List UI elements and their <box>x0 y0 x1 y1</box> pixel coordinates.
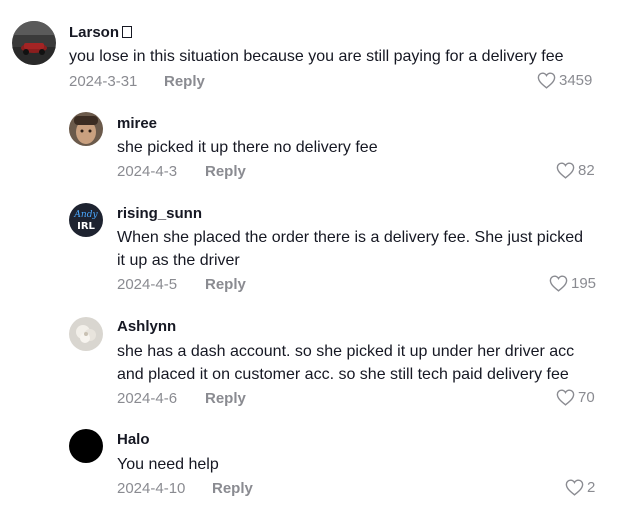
heart-icon <box>549 275 568 292</box>
like-button[interactable]: 195 <box>549 275 596 292</box>
comment-text-line: and placed it on customer acc. so she st… <box>117 366 569 383</box>
username[interactable]: Larson <box>69 24 133 41</box>
avatar-image-face <box>69 112 103 146</box>
like-button[interactable]: 70 <box>556 389 595 406</box>
like-count: 82 <box>578 162 595 179</box>
like-button[interactable]: 3459 <box>537 72 592 89</box>
avatar[interactable] <box>69 112 103 146</box>
username[interactable]: rising_sunn <box>117 205 202 222</box>
comment-text: You need help <box>117 456 219 473</box>
comment-date: 2024-4-10 <box>117 480 186 497</box>
comment-date: 2024-4-6 <box>117 390 178 407</box>
heart-icon <box>556 162 575 179</box>
comment-text-line: When she placed the order there is a del… <box>117 229 584 246</box>
avatar-image-car <box>12 21 56 65</box>
like-count: 3459 <box>559 72 593 89</box>
comment-text: she has a dash account. so she picked it… <box>117 340 574 386</box>
flag-emoji-icon <box>122 26 133 38</box>
username[interactable]: Ashlynn <box>117 318 176 335</box>
comment-text-line: she has a dash account. so she picked it… <box>117 343 575 360</box>
avatar[interactable] <box>12 21 56 65</box>
username[interactable]: miree <box>117 115 157 132</box>
avatar[interactable]: Andy IRL <box>69 203 103 237</box>
like-button[interactable]: 2 <box>565 479 595 496</box>
avatar[interactable] <box>69 429 103 463</box>
like-count: 70 <box>578 389 595 406</box>
avatar[interactable] <box>69 317 103 351</box>
avatar-image-flower <box>69 317 103 351</box>
like-count: 2 <box>587 479 596 496</box>
comment-text: you lose in this situation because you a… <box>69 48 564 65</box>
comment-text: she picked it up there no delivery fee <box>117 139 378 156</box>
like-button[interactable]: 82 <box>556 162 595 179</box>
avatar-image-logo: Andy IRL <box>69 203 103 237</box>
comment-date: 2024-3-31 <box>69 73 138 90</box>
heart-icon <box>556 389 575 406</box>
comment-date: 2024-4-3 <box>117 163 178 180</box>
reply-button[interactable]: Reply <box>205 276 246 293</box>
reply-button[interactable]: Reply <box>212 480 253 497</box>
comment-date: 2024-4-5 <box>117 276 178 293</box>
heart-icon <box>537 72 556 89</box>
heart-icon <box>565 479 584 496</box>
reply-button[interactable]: Reply <box>205 390 246 407</box>
like-count: 195 <box>571 275 597 292</box>
reply-button[interactable]: Reply <box>164 73 205 90</box>
svg-text:Andy: Andy <box>73 210 98 220</box>
svg-text:IRL: IRL <box>77 221 95 232</box>
reply-button[interactable]: Reply <box>205 163 246 180</box>
comment-text-line: it up as the driver <box>117 252 240 269</box>
username[interactable]: Halo <box>117 431 150 448</box>
comment-text: When she placed the order there is a del… <box>117 226 583 272</box>
